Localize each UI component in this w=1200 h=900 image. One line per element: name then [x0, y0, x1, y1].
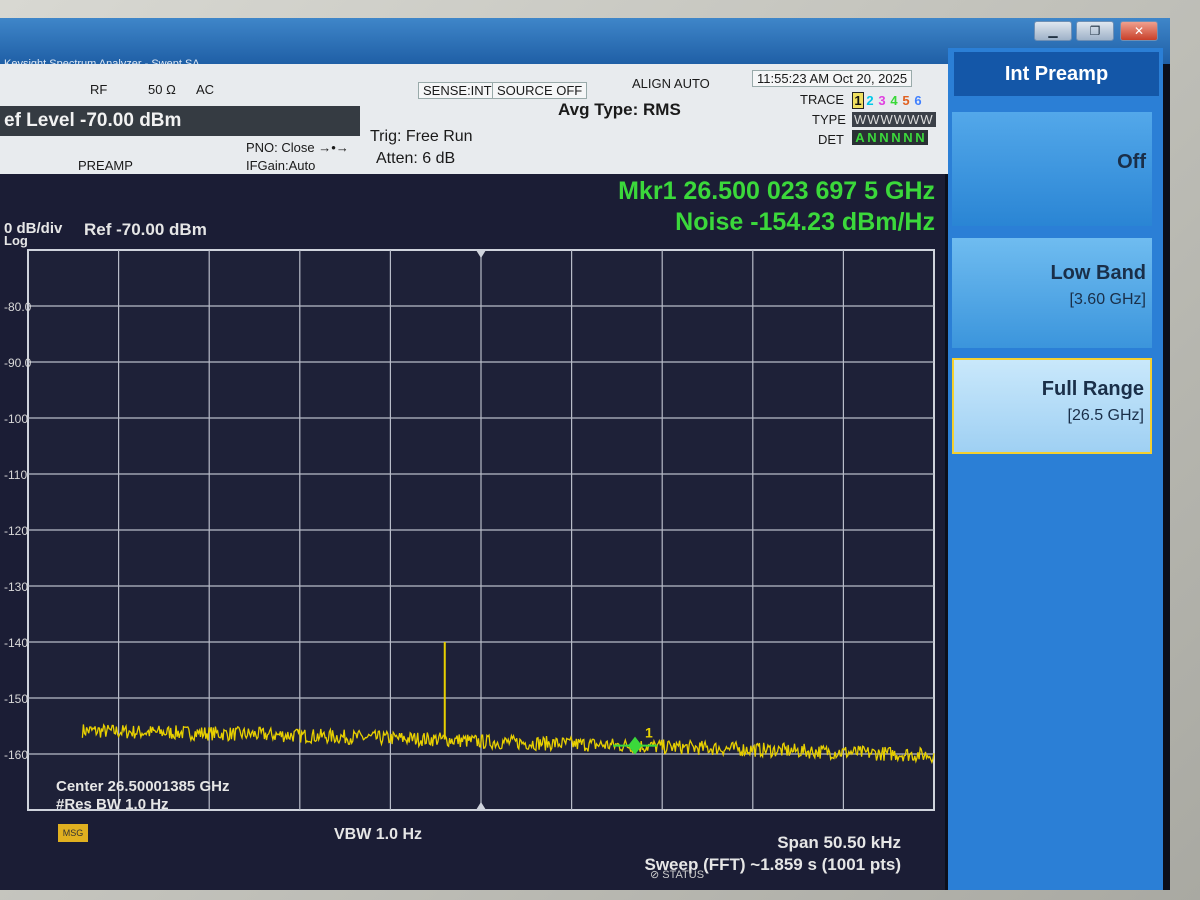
trace-det-3: N	[879, 130, 889, 145]
y-tick-label: -140	[4, 636, 28, 650]
rf-label: RF	[90, 82, 108, 97]
coupling-label: AC	[196, 82, 215, 97]
center-rbw-readout: Center 26.50001385 GHz #Res BW 1.0 Hz	[56, 778, 229, 814]
marker-noise-value: Noise -154.23 dBm/Hz	[675, 208, 935, 236]
ref-level-text: ef Level -70.00 dBm	[4, 110, 182, 131]
res-bw: #Res BW 1.0 Hz	[56, 796, 169, 813]
datetime-display: 11:55:23 AM Oct 20, 2025	[752, 70, 913, 87]
atten-label: Atten: 6 dB	[376, 150, 456, 167]
marker-frequency: Mkr1 26.500 023 697 5 GHz	[618, 177, 935, 205]
maximize-button[interactable]: ❐	[1076, 21, 1114, 41]
softkey-low-band[interactable]: Low Band [3.60 GHz]	[952, 238, 1152, 348]
y-tick-label: -90.0	[4, 356, 32, 370]
trace-number-row: 123456	[852, 92, 924, 109]
analyzer-screen: ▁ ❐ ✕ Keysight Spectrum Analyzer - Swept…	[0, 18, 1170, 890]
trace-det-1: A	[855, 130, 865, 145]
ref-readout: Ref -70.00 dBm	[84, 220, 207, 239]
pno-label: PNO: Close →•→	[246, 140, 349, 155]
minimize-button[interactable]: ▁	[1034, 21, 1072, 41]
arrow-icon: →•→	[318, 140, 349, 155]
y-tick-label: -130	[4, 580, 28, 594]
status-button[interactable]: ⊘ STATUS	[650, 868, 704, 881]
impedance-label: 50 Ω	[148, 82, 176, 97]
softkey-off[interactable]: Off	[952, 112, 1152, 226]
trace-det-5: N	[903, 130, 913, 145]
trace-number-5: 5	[902, 93, 910, 108]
status-panel: RF 50 Ω AC SENSE:INT SOURCE OFF ALIGN AU…	[0, 64, 950, 174]
trace-number-1: 1	[852, 92, 864, 109]
trace-number-2: 2	[866, 93, 874, 108]
softkey-full-range[interactable]: Full Range [26.5 GHz]	[952, 358, 1152, 454]
sense-indicator: SENSE:INT	[418, 82, 497, 99]
det-label: DET	[818, 132, 844, 147]
span-value: Span 50.50 kHz	[777, 833, 901, 852]
trace-label: TRACE	[800, 92, 845, 107]
center-frequency: Center 26.50001385 GHz	[56, 778, 230, 795]
trace-det-row: ANNNNN	[852, 130, 928, 145]
scale-per-div: 0 dB/div Log	[4, 220, 63, 248]
y-tick-label: -80.0	[4, 300, 32, 314]
trigger-label: Trig: Free Run	[370, 128, 473, 145]
marker-number-label: 1	[645, 725, 653, 741]
msg-indicator[interactable]: MSG	[58, 824, 88, 842]
ifgain-label: IFGain:Auto	[246, 158, 316, 173]
trace-number-3: 3	[878, 93, 886, 108]
trace-type-row: WWWWWW	[852, 112, 936, 127]
status-icon: ⊘	[650, 869, 660, 881]
trace-det-6: N	[915, 130, 925, 145]
y-tick-label: -160	[4, 748, 28, 762]
source-indicator: SOURCE OFF	[492, 82, 588, 99]
trace-number-4: 4	[890, 93, 898, 108]
trace-det-2: N	[867, 130, 877, 145]
trace-det-4: N	[891, 130, 901, 145]
y-tick-label: -120	[4, 524, 28, 538]
marker-readout: Mkr1 26.500 023 697 5 GHz Noise -154.23 …	[618, 176, 935, 238]
type-label: TYPE	[812, 112, 846, 127]
ref-level-box[interactable]: ef Level -70.00 dBm	[0, 106, 360, 136]
plot-area: -80.0 -90.0 -100 -110 -120 -130 -140 -150 -160 1 …	[0, 174, 945, 890]
preamp-label: PREAMP	[78, 158, 133, 173]
avg-type-label: Avg Type: RMS	[558, 100, 681, 119]
y-tick-label: -110	[4, 468, 27, 482]
y-tick-label: -100	[4, 412, 28, 426]
vbw-readout: VBW 1.0 Hz	[334, 826, 423, 843]
menu-title: Int Preamp	[954, 52, 1159, 96]
align-indicator: ALIGN AUTO	[632, 76, 710, 91]
softkey-menu: Int Preamp Off Low Band [3.60 GHz] Full …	[948, 48, 1163, 890]
trace-number-6: 6	[914, 93, 922, 108]
y-tick-label: -150	[4, 692, 28, 706]
close-button[interactable]: ✕	[1120, 21, 1158, 41]
